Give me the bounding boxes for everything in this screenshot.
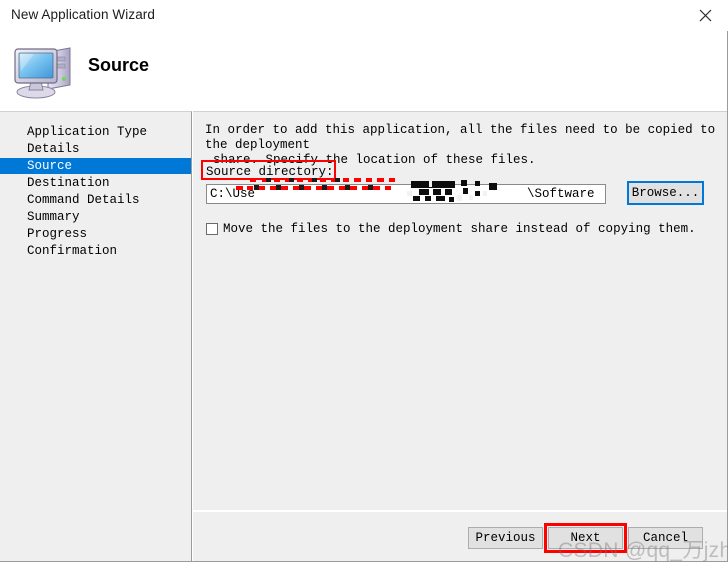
- move-files-checkbox[interactable]: [206, 223, 218, 235]
- source-directory-value-prefix: C:\Use: [210, 187, 256, 201]
- sidebar-item-progress[interactable]: Progress: [0, 226, 191, 242]
- sidebar-item-destination[interactable]: Destination: [0, 175, 191, 191]
- next-button[interactable]: Next: [548, 527, 623, 549]
- instructions-text: In order to add this application, all th…: [205, 123, 717, 168]
- sidebar-item-details[interactable]: Details: [0, 141, 191, 157]
- window-title: New Application Wizard: [11, 7, 156, 22]
- move-files-label: Move the files to the deployment share i…: [223, 222, 696, 236]
- sidebar-item-application-type[interactable]: Application Type: [0, 124, 191, 140]
- sidebar-item-command-details[interactable]: Command Details: [0, 192, 191, 208]
- wizard-sidebar: Application Type Details Source Destinat…: [0, 111, 192, 561]
- sidebar-item-summary[interactable]: Summary: [0, 209, 191, 225]
- computer-icon: [12, 40, 82, 102]
- wizard-content-panel: In order to add this application, all th…: [193, 111, 727, 510]
- new-application-wizard-window: New Application Wizard Source Applicatio…: [0, 0, 728, 562]
- source-directory-input[interactable]: C:\Use \Software: [206, 184, 606, 204]
- close-button[interactable]: [682, 0, 728, 31]
- title-bar: New Application Wizard: [0, 0, 728, 31]
- browse-button[interactable]: Browse...: [627, 181, 704, 205]
- previous-button[interactable]: Previous: [468, 527, 543, 549]
- sidebar-item-source[interactable]: Source: [0, 158, 191, 174]
- wizard-footer: Previous Next Cancel CSDN @qq_万jzhang: [193, 511, 728, 562]
- close-icon: [699, 9, 712, 22]
- sidebar-item-confirmation[interactable]: Confirmation: [0, 243, 191, 259]
- page-title: Source: [88, 55, 150, 75]
- source-directory-value-suffix: \Software: [527, 187, 595, 201]
- move-files-row[interactable]: Move the files to the deployment share i…: [206, 222, 696, 236]
- cancel-button[interactable]: Cancel: [628, 527, 703, 549]
- source-directory-label: Source directory:: [206, 165, 334, 179]
- instructions-line-1: In order to add this application, all th…: [205, 123, 716, 152]
- wizard-header: Source: [0, 31, 727, 111]
